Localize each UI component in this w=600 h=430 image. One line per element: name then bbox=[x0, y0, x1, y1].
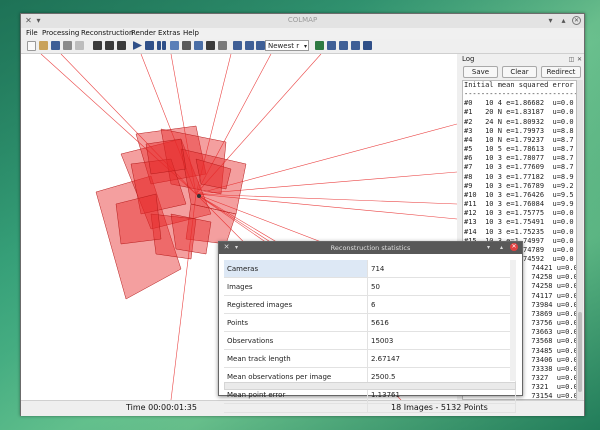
toolbar: Newest r ▾ bbox=[21, 39, 584, 54]
undistort-icon[interactable] bbox=[351, 41, 360, 50]
dialog-title: Reconstruction statistics bbox=[330, 244, 411, 252]
log-line: #14 10 3 e=1.75235 u=0.0 bbox=[464, 227, 574, 236]
log-line: #11 10 3 e=1.76084 u=9.9 bbox=[464, 200, 574, 209]
camera-icon[interactable] bbox=[182, 41, 191, 50]
dialog-maximize-icon[interactable]: ▴ bbox=[497, 243, 506, 252]
dialog-help-icon[interactable]: ▾ bbox=[484, 243, 493, 252]
stat-label: Registered images bbox=[224, 295, 368, 314]
stat-value: 714 bbox=[367, 260, 516, 278]
close-panel-icon[interactable]: ✕ bbox=[575, 55, 584, 64]
log-line: Initial mean squared error bbox=[464, 81, 574, 89]
menu-help[interactable]: Help bbox=[183, 29, 199, 37]
table-row[interactable]: Registered images 6 bbox=[224, 295, 516, 314]
log-clear-button[interactable]: Clear bbox=[502, 66, 537, 78]
reconstruction-select[interactable]: Newest r ▾ bbox=[265, 40, 309, 51]
open-project-icon[interactable] bbox=[39, 41, 48, 50]
log-line: #8 10 3 e=1.77182 u=8.9 bbox=[464, 172, 574, 181]
log-line: #4 10 N e=1.79237 u=8.7 bbox=[464, 135, 574, 144]
log-line: #0 10 4 e=1.86682 u=0.0 bbox=[464, 99, 574, 108]
table-vertical-scrollbar[interactable] bbox=[510, 260, 516, 381]
stat-value: 5616 bbox=[367, 313, 516, 332]
stat-label: Cameras bbox=[224, 260, 368, 278]
stat-value: 2.67147 bbox=[367, 349, 516, 368]
stat-label: Images bbox=[224, 277, 368, 296]
export-icon[interactable] bbox=[75, 41, 84, 50]
bundle-adjust-icon[interactable] bbox=[194, 41, 203, 50]
feature-matching-icon[interactable] bbox=[117, 41, 126, 50]
feature-extraction-icon[interactable] bbox=[105, 41, 114, 50]
status-time: Time 00:00:01:35 bbox=[126, 403, 197, 412]
reconstruction-stats-icon[interactable] bbox=[245, 41, 254, 50]
menu-file[interactable]: File bbox=[26, 29, 38, 37]
log-line: #1 20 N e=1.83187 u=0.0 bbox=[464, 108, 574, 117]
menu-extras[interactable]: Extras bbox=[158, 29, 180, 37]
new-project-icon[interactable] bbox=[27, 41, 36, 51]
stat-label: Observations bbox=[224, 331, 368, 350]
pause-icon[interactable] bbox=[157, 41, 161, 50]
scene-point bbox=[197, 194, 201, 198]
title-bar: ✕ ▾ COLMAP ▾ ▴ ✕ bbox=[21, 14, 584, 29]
dense-icon[interactable] bbox=[206, 41, 215, 50]
log-line: ---------------------------- bbox=[464, 90, 577, 99]
table-row[interactable]: Mean track length 2.67147 bbox=[224, 349, 516, 368]
maximize-icon[interactable]: ▴ bbox=[559, 16, 568, 25]
window-title: COLMAP bbox=[287, 16, 318, 24]
reset-icon[interactable] bbox=[170, 41, 179, 50]
match-matrix-icon[interactable] bbox=[256, 41, 265, 50]
dialog-close-icon[interactable]: ✕ bbox=[510, 243, 518, 251]
log-line: #2 24 N e=1.80932 u=0.0 bbox=[464, 117, 574, 126]
render-options-icon[interactable] bbox=[218, 41, 227, 50]
table-row[interactable]: Points 5616 bbox=[224, 313, 516, 332]
log-save-button[interactable]: Save bbox=[463, 66, 498, 78]
start-reconstruction-icon[interactable] bbox=[133, 41, 142, 50]
log-line: #5 10 5 e=1.78613 u=8.7 bbox=[464, 145, 574, 154]
table-row-empty bbox=[224, 403, 516, 413]
minimize-icon[interactable]: ▾ bbox=[546, 16, 555, 25]
stat-label: Mean track length bbox=[224, 349, 368, 368]
stat-value: 6 bbox=[367, 295, 516, 314]
menu-render[interactable]: Render bbox=[131, 29, 156, 37]
menu-processing[interactable]: Processing bbox=[42, 29, 79, 37]
log-line: #9 10 3 e=1.76789 u=9.2 bbox=[464, 181, 574, 190]
grab-image-icon[interactable] bbox=[327, 41, 336, 50]
table-row[interactable]: Cameras 714 bbox=[224, 260, 516, 278]
render-icon[interactable] bbox=[315, 41, 324, 50]
table-row[interactable]: Images 50 bbox=[224, 277, 516, 296]
statistics-table: Cameras 714 Images 50 Registered images 6 Poin… bbox=[224, 260, 516, 413]
reconstruction-select-value: Newest r bbox=[268, 42, 300, 50]
grab-movie-icon[interactable] bbox=[339, 41, 348, 50]
step-reconstruction-icon[interactable] bbox=[145, 41, 154, 50]
log-toggle-icon[interactable] bbox=[363, 41, 372, 50]
stat-value: 15003 bbox=[367, 331, 516, 350]
close-icon[interactable]: ✕ bbox=[572, 16, 581, 25]
database-icon[interactable] bbox=[93, 41, 102, 50]
log-scrollbar[interactable] bbox=[577, 80, 583, 400]
table-row[interactable]: Observations 15003 bbox=[224, 331, 516, 350]
table-horizontal-scrollbar[interactable] bbox=[224, 382, 516, 390]
menu-reconstruction[interactable]: Reconstruction bbox=[81, 29, 133, 37]
log-line: #3 10 N e=1.79973 u=8.8 bbox=[464, 126, 574, 135]
log-line: #7 10 3 e=1.77609 u=8.7 bbox=[464, 163, 574, 172]
log-redirect-button[interactable]: Redirect bbox=[541, 66, 581, 78]
log-title: Log bbox=[462, 55, 475, 63]
dialog-title-bar: ✕ ▾ Reconstruction statistics ▾ ▴ ✕ bbox=[219, 242, 522, 254]
log-line: #10 10 3 e=1.76426 u=9.5 bbox=[464, 190, 574, 199]
stat-label: Points bbox=[224, 313, 368, 332]
stat-value: 50 bbox=[367, 277, 516, 296]
log-line: #13 10 3 e=1.75491 u=0.0 bbox=[464, 218, 574, 227]
log-line: #6 10 3 e=1.78077 u=8.7 bbox=[464, 154, 574, 163]
import-icon[interactable] bbox=[63, 41, 72, 50]
chevron-down-icon: ▾ bbox=[303, 43, 307, 50]
reconstruction-manager-icon[interactable] bbox=[233, 41, 242, 50]
log-line: #12 10 3 e=1.75775 u=0.0 bbox=[464, 209, 574, 218]
log-scrollbar-thumb[interactable] bbox=[578, 312, 582, 392]
menu-bar: File Processing Reconstruction Render Ex… bbox=[21, 28, 584, 39]
reconstruction-statistics-dialog: ✕ ▾ Reconstruction statistics ▾ ▴ ✕ Came… bbox=[218, 241, 523, 413]
save-project-icon[interactable] bbox=[51, 41, 60, 50]
